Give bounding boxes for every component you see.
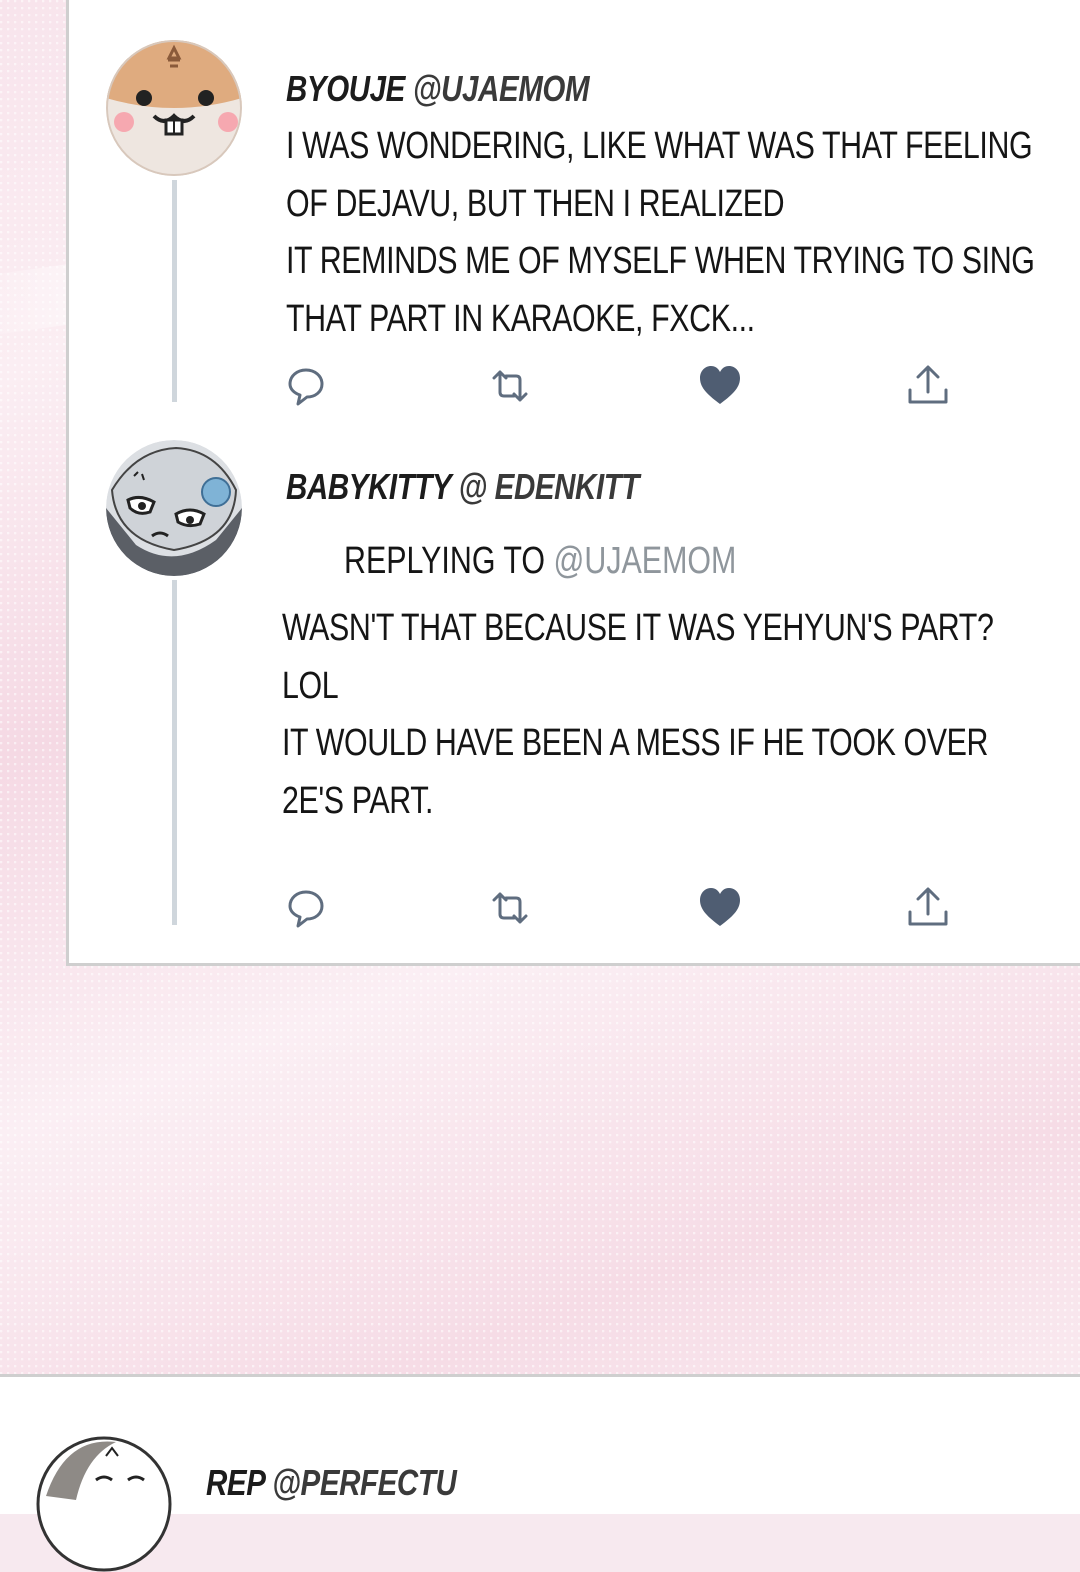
user-handle[interactable]: @PERFECTU bbox=[272, 1462, 457, 1503]
comment-icon[interactable] bbox=[284, 364, 328, 408]
reply-handle-link[interactable]: @UJAEMOM bbox=[554, 540, 737, 582]
user-name: BABYKITTY bbox=[286, 466, 451, 507]
hamster-avatar[interactable] bbox=[106, 40, 242, 176]
display-name: BYOUJE @UJAEMOM bbox=[286, 68, 590, 110]
heart-icon[interactable] bbox=[698, 886, 742, 930]
reply-prefix: REPLYING TO bbox=[344, 540, 546, 582]
tweet-text: I WAS WONDERING, LIKE WHAT WAS THAT FEEL… bbox=[286, 125, 1035, 340]
user-name: REP bbox=[206, 1462, 265, 1503]
replying-to: REPLYING TO @UJAEMOM bbox=[344, 540, 736, 583]
comment-icon[interactable] bbox=[284, 886, 328, 930]
display-name: REP @PERFECTU bbox=[206, 1462, 457, 1504]
user-name: BYOUJE bbox=[286, 68, 405, 109]
user-handle[interactable]: @UJAEMOM bbox=[413, 68, 590, 109]
share-icon[interactable] bbox=[906, 364, 950, 408]
tweet-text: WASN'T THAT BECAUSE IT WAS YEHYUN'S PART… bbox=[282, 607, 994, 822]
face-avatar[interactable] bbox=[36, 1436, 172, 1572]
thread-line bbox=[172, 180, 177, 402]
share-icon[interactable] bbox=[906, 886, 950, 930]
thread-line bbox=[172, 580, 177, 925]
cat-avatar[interactable] bbox=[106, 440, 242, 576]
tweet-actions bbox=[284, 364, 964, 414]
retweet-icon[interactable] bbox=[488, 886, 532, 930]
display-name: BABYKITTY @ EDENKITT bbox=[286, 466, 639, 508]
user-handle[interactable]: @ EDENKITT bbox=[459, 466, 640, 507]
heart-icon[interactable] bbox=[698, 364, 742, 408]
retweet-icon[interactable] bbox=[488, 364, 532, 408]
tweet-actions bbox=[284, 886, 964, 936]
